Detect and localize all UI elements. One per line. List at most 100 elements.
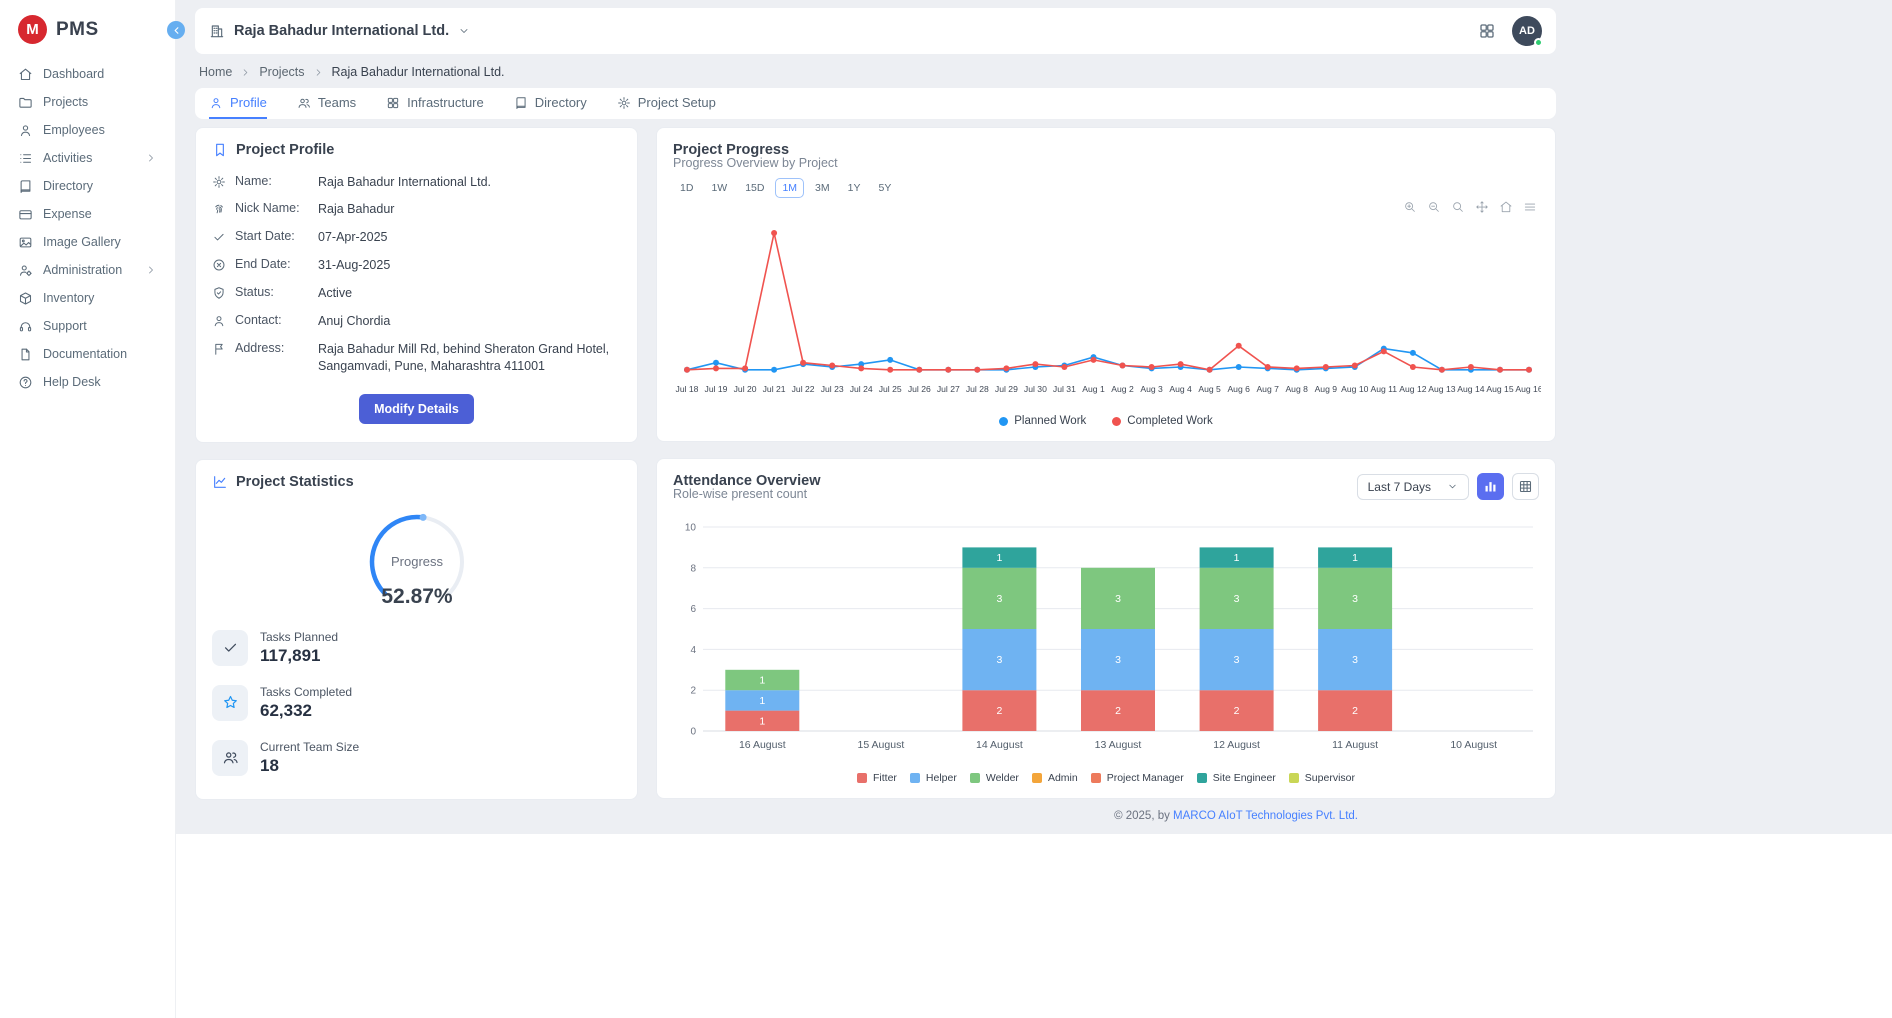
svg-text:1: 1 [759, 695, 765, 707]
svg-text:3: 3 [1234, 654, 1240, 666]
legend-label: Welder [986, 772, 1019, 784]
sidebar-item-image-gallery[interactable]: Image Gallery [0, 228, 175, 256]
legend-item-welder[interactable]: Welder [970, 772, 1019, 784]
range-15d[interactable]: 15D [738, 178, 771, 198]
breadcrumb-item-projects[interactable]: Projects [259, 65, 304, 79]
apps-grid-button[interactable] [1478, 22, 1496, 40]
table-view-button[interactable] [1512, 473, 1539, 500]
range-3m[interactable]: 3M [808, 178, 837, 198]
svg-text:3: 3 [1115, 654, 1121, 666]
sidebar-item-help-desk[interactable]: Help Desk [0, 368, 175, 396]
legend-item-fitter[interactable]: Fitter [857, 772, 897, 784]
range-1d[interactable]: 1D [673, 178, 700, 198]
stat-text: Tasks Completed62,332 [260, 685, 352, 721]
footer-link[interactable]: MARCO AIoT Technologies Pvt. Ltd. [1173, 810, 1358, 822]
svg-text:Aug 2: Aug 2 [1111, 384, 1134, 394]
svg-text:0: 0 [690, 727, 696, 738]
search-icon[interactable] [1451, 200, 1465, 214]
svg-text:Progress: Progress [390, 554, 443, 569]
legend-swatch [1112, 417, 1121, 426]
tab-directory[interactable]: Directory [514, 88, 587, 119]
svg-text:2: 2 [1234, 705, 1240, 717]
menu-icon[interactable] [1523, 200, 1537, 214]
logo-icon: M [18, 15, 47, 44]
user-icon [212, 314, 226, 328]
project-statistics-card: Project Statistics Progress52.87% Tasks … [195, 459, 638, 800]
legend-item-admin[interactable]: Admin [1032, 772, 1078, 784]
legend-item-helper[interactable]: Helper [910, 772, 957, 784]
legend-item-completed-work[interactable]: Completed Work [1112, 415, 1212, 427]
sidebar-item-activities[interactable]: Activities [0, 144, 175, 172]
profile-field-status: Status:Active [212, 280, 621, 308]
project-progress-chart[interactable]: Jul 18Jul 19Jul 20Jul 21Jul 22Jul 23Jul … [673, 216, 1541, 406]
zoom-in-icon[interactable] [1403, 200, 1417, 214]
range-1w[interactable]: 1W [704, 178, 734, 198]
legend-item-supervisor[interactable]: Supervisor [1289, 772, 1355, 784]
image-icon [18, 235, 33, 250]
svg-text:2: 2 [1352, 705, 1358, 717]
sidebar-item-administration[interactable]: Administration [0, 256, 175, 284]
company-selector[interactable]: Raja Bahadur International Ltd. [209, 23, 470, 39]
svg-text:Jul 22: Jul 22 [792, 384, 815, 394]
attendance-chart[interactable]: 024681016 August11115 August14 August233… [673, 515, 1541, 765]
box-icon [18, 291, 33, 306]
stat-tasks-planned: Tasks Planned117,891 [212, 620, 621, 675]
modify-details-button[interactable]: Modify Details [359, 394, 474, 424]
sidebar-item-projects[interactable]: Projects [0, 88, 175, 116]
svg-text:2: 2 [1115, 705, 1121, 717]
avatar[interactable]: AD [1512, 16, 1542, 46]
gear-icon [617, 96, 631, 110]
list-icon [18, 151, 33, 166]
sidebar-collapse-button[interactable] [167, 21, 185, 39]
range-1y[interactable]: 1Y [841, 178, 868, 198]
date-range-select[interactable]: Last 7 Days [1357, 474, 1469, 500]
sidebar-item-directory[interactable]: Directory [0, 172, 175, 200]
svg-text:13 August: 13 August [1095, 739, 1142, 751]
tab-project-setup[interactable]: Project Setup [617, 88, 716, 119]
svg-text:Aug 12: Aug 12 [1399, 384, 1426, 394]
tab-teams[interactable]: Teams [297, 88, 356, 119]
sidebar-item-support[interactable]: Support [0, 312, 175, 340]
home-icon[interactable] [1499, 200, 1513, 214]
svg-text:Aug 5: Aug 5 [1198, 384, 1221, 394]
legend-swatch [857, 773, 867, 783]
range-5y[interactable]: 5Y [871, 178, 898, 198]
legend-item-planned-work[interactable]: Planned Work [999, 415, 1086, 427]
svg-text:Jul 20: Jul 20 [734, 384, 757, 394]
project-profile-card: Project Profile Name:Raja Bahadur Intern… [195, 127, 638, 443]
svg-text:Aug 4: Aug 4 [1169, 384, 1192, 394]
legend-label: Helper [926, 772, 957, 784]
legend-item-site-engineer[interactable]: Site Engineer [1197, 772, 1276, 784]
app-logo[interactable]: M PMS [0, 0, 175, 60]
users-icon [222, 749, 239, 766]
footer-copyright: © 2025, by [1114, 810, 1173, 822]
tab-profile[interactable]: Profile [209, 88, 267, 119]
sidebar-item-inventory[interactable]: Inventory [0, 284, 175, 312]
sidebar-item-employees[interactable]: Employees [0, 116, 175, 144]
sidebar-item-dashboard[interactable]: Dashboard [0, 60, 175, 88]
stat-label: Current Team Size [260, 740, 359, 754]
sidebar-item-label: Directory [43, 179, 93, 193]
svg-text:12 August: 12 August [1213, 739, 1260, 751]
progress-gauge: Progress52.87% [342, 508, 492, 614]
tab-infrastructure[interactable]: Infrastructure [386, 88, 484, 119]
svg-text:Aug 16: Aug 16 [1515, 384, 1541, 394]
sidebar-item-documentation[interactable]: Documentation [0, 340, 175, 368]
svg-text:2: 2 [996, 705, 1002, 717]
date-range-value: Last 7 Days [1368, 480, 1431, 494]
flag-icon [212, 342, 226, 356]
range-1m[interactable]: 1M [775, 178, 804, 198]
sidebar-item-label: Support [43, 319, 87, 333]
card-subtitle: Progress Overview by Project [673, 156, 1539, 170]
chev-right-icon [145, 264, 157, 276]
breadcrumb-item-home[interactable]: Home [199, 65, 232, 79]
pan-icon[interactable] [1475, 200, 1489, 214]
chart-view-button[interactable] [1477, 473, 1504, 500]
zoom-out-icon[interactable] [1427, 200, 1441, 214]
stat-icon-box [212, 740, 248, 776]
home-icon [18, 67, 33, 82]
sidebar-item-expense[interactable]: Expense [0, 200, 175, 228]
breadcrumb-item-raja-bahadur-international-ltd[interactable]: Raja Bahadur International Ltd. [332, 65, 505, 79]
left-column: Project Profile Name:Raja Bahadur Intern… [195, 127, 638, 800]
legend-item-project-manager[interactable]: Project Manager [1091, 772, 1184, 784]
